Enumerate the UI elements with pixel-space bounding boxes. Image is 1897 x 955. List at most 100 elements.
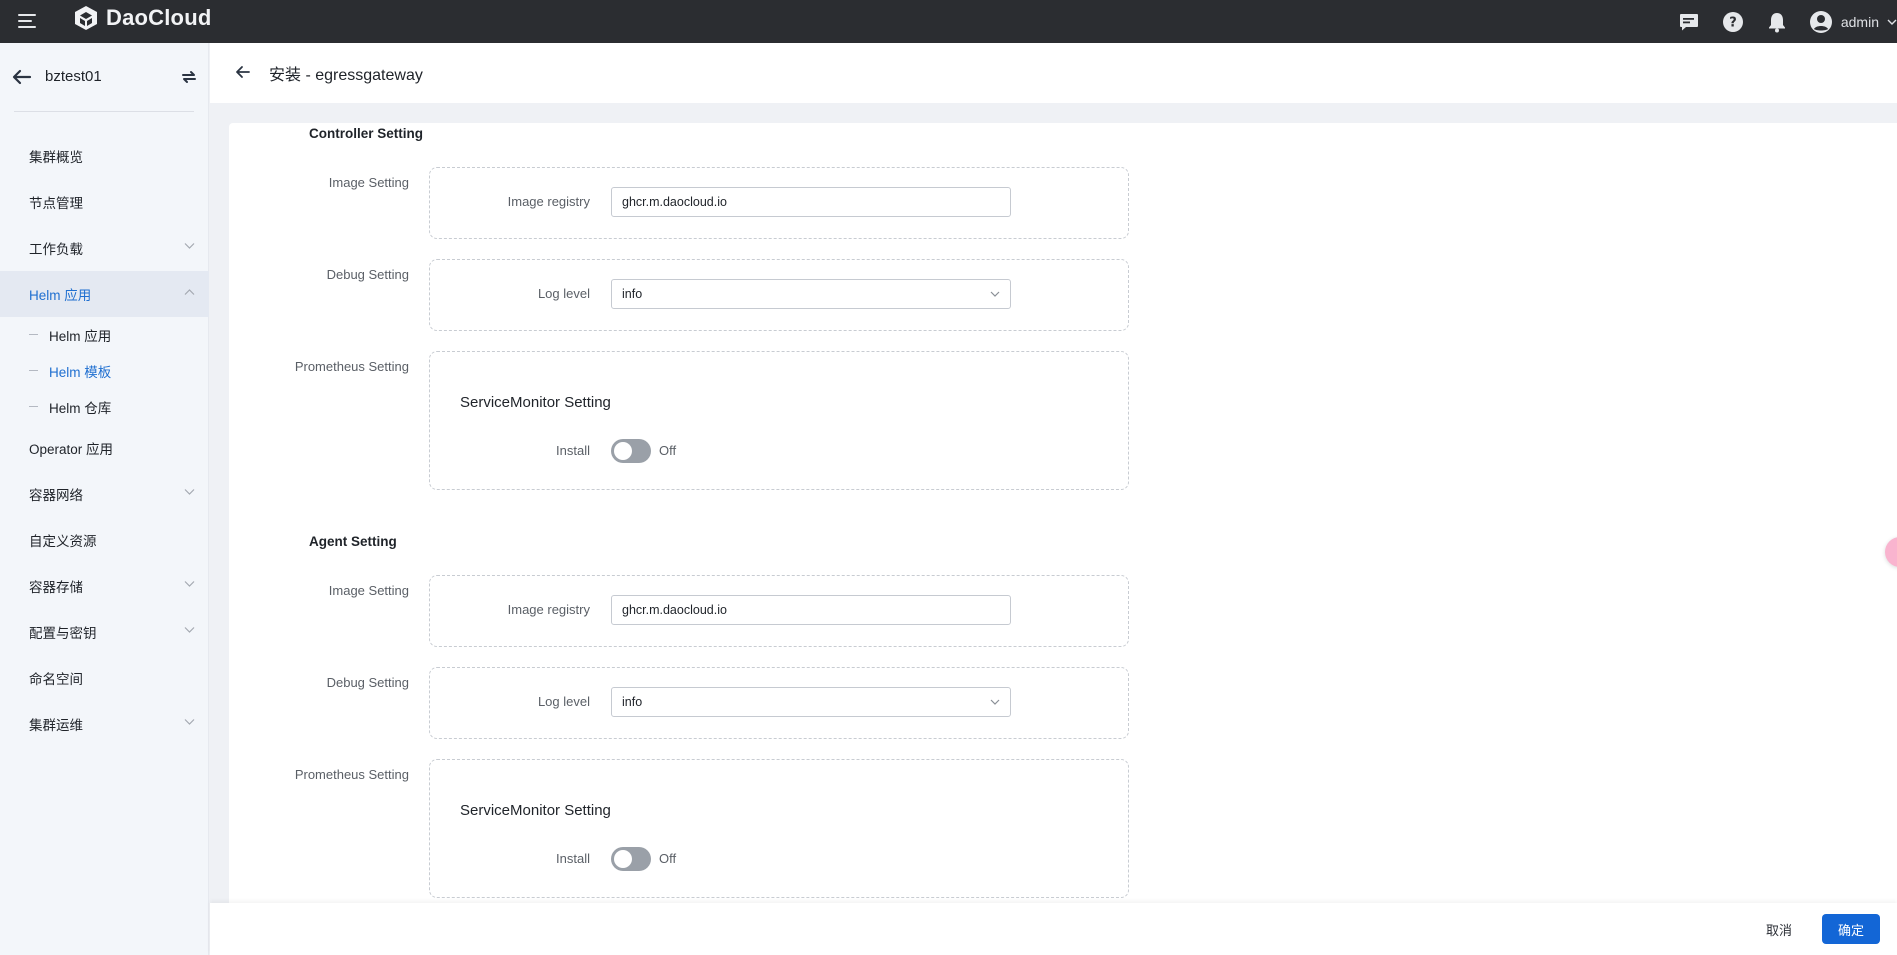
sidebar-item-label: 节点管理: [29, 196, 83, 211]
controller-setting-title: Controller Setting: [309, 126, 423, 141]
install-form: Controller Setting Image Setting Image r…: [229, 123, 1897, 903]
sidebar-item-label: Helm 应用: [49, 329, 112, 344]
controller-image-registry-label: Image registry: [507, 194, 590, 209]
controller-servicemonitor-title: ServiceMonitor Setting: [460, 394, 611, 411]
sidebar-item-configs-secrets[interactable]: 配置与密钥: [0, 609, 209, 655]
agent-install-label: Install: [556, 851, 590, 866]
sidebar-item-container-network[interactable]: 容器网络: [0, 471, 209, 517]
sidebar-item-custom-resources[interactable]: 自定义资源: [0, 517, 209, 563]
user-avatar-icon: [1809, 10, 1832, 33]
brand-name: DaoCloud: [106, 5, 212, 30]
confirm-button[interactable]: 确定: [1822, 914, 1880, 944]
agent-install-toggle[interactable]: [611, 847, 651, 871]
sidebar-item-label: 命名空间: [29, 672, 83, 687]
chevron-down-icon: [1887, 19, 1897, 25]
cluster-name: bztest01: [45, 68, 102, 85]
divider: [14, 111, 194, 112]
chevron-down-icon: [184, 581, 195, 587]
cancel-button[interactable]: 取消: [1758, 916, 1800, 942]
agent-debug-setting-label: Debug Setting: [326, 675, 409, 690]
back-arrow-icon[interactable]: [235, 65, 251, 84]
chevron-down-icon: [184, 719, 195, 725]
agent-prometheus-setting-label: Prometheus Setting: [294, 767, 409, 782]
agent-image-registry-input[interactable]: [611, 595, 1011, 625]
sidebar-subitem-helm-repos[interactable]: Helm 仓库: [0, 389, 209, 425]
sidebar-item-label: Operator 应用: [29, 442, 114, 457]
logo[interactable]: DaoCloud: [72, 4, 211, 32]
bell-icon[interactable]: [1765, 10, 1789, 34]
sidebar-item-label: 容器存储: [29, 580, 83, 595]
sidebar-item-label: 配置与密钥: [29, 626, 97, 641]
page-header: 安装 - egressgateway: [210, 43, 1897, 103]
agent-log-level-label: Log level: [537, 694, 590, 709]
sidebar-item-namespaces[interactable]: 命名空间: [0, 655, 209, 701]
sidebar-item-label: 集群概览: [29, 150, 83, 165]
sidebar-item-cluster-ops[interactable]: 集群运维: [0, 701, 209, 747]
top-bar: DaoCloud ? admin: [0, 0, 1897, 43]
sidebar: bztest01 集群概览 节点管理 工作负载 Helm 应用 Helm 应用 …: [0, 43, 209, 955]
sidebar-item-label: Helm 模板: [49, 365, 112, 380]
menu-icon[interactable]: [18, 13, 38, 29]
sidebar-item-helm-apps[interactable]: Helm 应用: [0, 271, 209, 317]
dash-icon: [29, 406, 38, 407]
svg-text:?: ?: [1729, 15, 1737, 30]
dash-icon: [29, 334, 38, 335]
toggle-knob: [614, 850, 632, 868]
controller-log-level-select[interactable]: info: [611, 279, 1011, 309]
agent-image-setting-group: Image registry: [429, 575, 1129, 647]
sidebar-item-label: 容器网络: [29, 488, 83, 503]
chevron-down-icon: [184, 627, 195, 633]
dash-icon: [29, 370, 38, 371]
switch-cluster-icon[interactable]: [180, 69, 198, 90]
agent-image-registry-label: Image registry: [507, 602, 590, 617]
agent-prometheus-setting-group: ServiceMonitor Setting Install Off: [429, 759, 1129, 898]
agent-image-setting-label: Image Setting: [328, 583, 409, 598]
help-icon[interactable]: ?: [1721, 10, 1745, 34]
controller-image-setting-group: Image registry: [429, 167, 1129, 239]
daocloud-logo-icon: [75, 6, 97, 30]
sidebar-item-node-management[interactable]: 节点管理: [0, 179, 209, 225]
chat-icon[interactable]: [1677, 10, 1701, 34]
sidebar-item-label: 集群运维: [29, 718, 83, 733]
page-title: 安装 - egressgateway: [269, 67, 423, 84]
sidebar-nav: 集群概览 节点管理 工作负载 Helm 应用 Helm 应用 Helm 模板 H…: [0, 133, 209, 747]
chevron-down-icon: [184, 243, 195, 249]
agent-log-level-select[interactable]: info: [611, 687, 1011, 717]
footer-bar: 取消 确定: [210, 903, 1897, 955]
controller-debug-setting-group: Log level info: [429, 259, 1129, 331]
sidebar-subitem-helm-releases[interactable]: Helm 应用: [0, 317, 209, 353]
sidebar-subitem-helm-templates[interactable]: Helm 模板: [0, 353, 209, 389]
agent-servicemonitor-title: ServiceMonitor Setting: [460, 802, 611, 819]
chevron-down-icon: [990, 699, 1000, 705]
user-name: admin: [1840, 13, 1879, 30]
select-value: info: [622, 695, 643, 709]
sidebar-item-label: 工作负载: [29, 242, 83, 257]
sidebar-item-label: Helm 应用: [29, 288, 92, 303]
controller-debug-setting-label: Debug Setting: [326, 267, 409, 282]
controller-prometheus-setting-group: ServiceMonitor Setting Install Off: [429, 351, 1129, 490]
sidebar-item-workloads[interactable]: 工作负载: [0, 225, 209, 271]
agent-debug-setting-group: Log level info: [429, 667, 1129, 739]
sidebar-item-cluster-overview[interactable]: 集群概览: [0, 133, 209, 179]
controller-prometheus-setting-label: Prometheus Setting: [294, 359, 409, 374]
agent-setting-title: Agent Setting: [309, 534, 397, 549]
chevron-down-icon: [990, 291, 1000, 297]
cluster-header: bztest01: [0, 43, 209, 113]
sidebar-item-container-storage[interactable]: 容器存储: [0, 563, 209, 609]
select-value: info: [622, 287, 643, 301]
controller-image-setting-label: Image Setting: [328, 175, 409, 190]
back-arrow-icon[interactable]: [12, 69, 32, 90]
sidebar-item-label: Helm 仓库: [49, 401, 112, 416]
controller-install-toggle[interactable]: [611, 439, 651, 463]
toggle-knob: [614, 442, 632, 460]
controller-install-label: Install: [556, 443, 590, 458]
chevron-down-icon: [184, 489, 195, 495]
controller-image-registry-input[interactable]: [611, 187, 1011, 217]
user-menu[interactable]: admin: [1809, 10, 1897, 34]
sidebar-item-operator-apps[interactable]: Operator 应用: [0, 425, 209, 471]
controller-install-state: Off: [659, 443, 677, 458]
chevron-up-icon: [184, 289, 195, 295]
agent-install-state: Off: [659, 851, 677, 866]
controller-log-level-label: Log level: [537, 286, 590, 301]
sidebar-item-label: 自定义资源: [29, 534, 97, 549]
